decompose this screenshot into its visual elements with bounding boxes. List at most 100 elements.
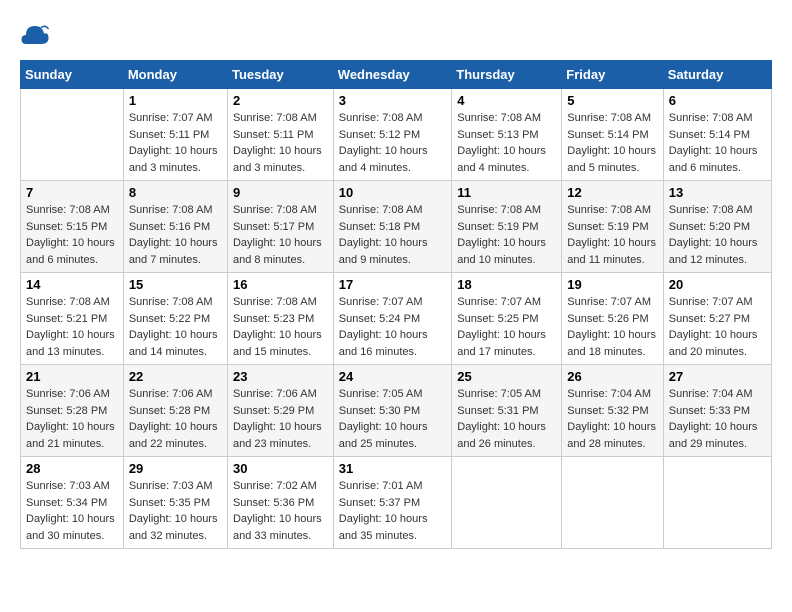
sunrise-text: Sunrise: 7:08 AM — [339, 204, 423, 216]
daylight-text: Daylight: 10 hours and 32 minutes. — [129, 513, 218, 542]
daylight-text: Daylight: 10 hours and 6 minutes. — [26, 237, 115, 266]
day-number: 30 — [233, 461, 328, 476]
calendar-cell: 29 Sunrise: 7:03 AM Sunset: 5:35 PM Dayl… — [123, 457, 227, 549]
day-number: 21 — [26, 369, 118, 384]
sunset-text: Sunset: 5:29 PM — [233, 405, 314, 417]
sunrise-text: Sunrise: 7:06 AM — [129, 388, 213, 400]
day-number: 8 — [129, 185, 222, 200]
logo — [20, 20, 54, 50]
sunset-text: Sunset: 5:15 PM — [26, 221, 107, 233]
calendar-header-row: SundayMondayTuesdayWednesdayThursdayFrid… — [21, 61, 772, 89]
calendar-cell: 4 Sunrise: 7:08 AM Sunset: 5:13 PM Dayli… — [452, 89, 562, 181]
calendar-cell: 30 Sunrise: 7:02 AM Sunset: 5:36 PM Dayl… — [227, 457, 333, 549]
day-number: 16 — [233, 277, 328, 292]
calendar-cell: 3 Sunrise: 7:08 AM Sunset: 5:12 PM Dayli… — [333, 89, 451, 181]
sunrise-text: Sunrise: 7:08 AM — [129, 296, 213, 308]
day-info: Sunrise: 7:08 AM Sunset: 5:22 PM Dayligh… — [129, 294, 222, 360]
daylight-text: Daylight: 10 hours and 18 minutes. — [567, 329, 656, 358]
sunrise-text: Sunrise: 7:08 AM — [233, 204, 317, 216]
daylight-text: Daylight: 10 hours and 7 minutes. — [129, 237, 218, 266]
sunset-text: Sunset: 5:33 PM — [669, 405, 750, 417]
sunrise-text: Sunrise: 7:08 AM — [339, 112, 423, 124]
day-info: Sunrise: 7:04 AM Sunset: 5:33 PM Dayligh… — [669, 386, 766, 452]
calendar-cell: 1 Sunrise: 7:07 AM Sunset: 5:11 PM Dayli… — [123, 89, 227, 181]
day-info: Sunrise: 7:08 AM Sunset: 5:14 PM Dayligh… — [669, 110, 766, 176]
day-info: Sunrise: 7:01 AM Sunset: 5:37 PM Dayligh… — [339, 478, 446, 544]
daylight-text: Daylight: 10 hours and 21 minutes. — [26, 421, 115, 450]
day-number: 13 — [669, 185, 766, 200]
calendar-cell: 11 Sunrise: 7:08 AM Sunset: 5:19 PM Dayl… — [452, 181, 562, 273]
calendar-cell: 18 Sunrise: 7:07 AM Sunset: 5:25 PM Dayl… — [452, 273, 562, 365]
daylight-text: Daylight: 10 hours and 15 minutes. — [233, 329, 322, 358]
day-info: Sunrise: 7:08 AM Sunset: 5:15 PM Dayligh… — [26, 202, 118, 268]
sunset-text: Sunset: 5:21 PM — [26, 313, 107, 325]
calendar-cell: 25 Sunrise: 7:05 AM Sunset: 5:31 PM Dayl… — [452, 365, 562, 457]
sunrise-text: Sunrise: 7:07 AM — [129, 112, 213, 124]
day-number: 28 — [26, 461, 118, 476]
calendar-cell: 2 Sunrise: 7:08 AM Sunset: 5:11 PM Dayli… — [227, 89, 333, 181]
sunrise-text: Sunrise: 7:07 AM — [339, 296, 423, 308]
day-info: Sunrise: 7:06 AM Sunset: 5:28 PM Dayligh… — [26, 386, 118, 452]
calendar-cell: 17 Sunrise: 7:07 AM Sunset: 5:24 PM Dayl… — [333, 273, 451, 365]
day-number: 27 — [669, 369, 766, 384]
calendar-cell: 15 Sunrise: 7:08 AM Sunset: 5:22 PM Dayl… — [123, 273, 227, 365]
sunset-text: Sunset: 5:11 PM — [129, 129, 210, 141]
day-number: 12 — [567, 185, 657, 200]
day-info: Sunrise: 7:08 AM Sunset: 5:12 PM Dayligh… — [339, 110, 446, 176]
day-info: Sunrise: 7:08 AM Sunset: 5:19 PM Dayligh… — [567, 202, 657, 268]
day-number: 25 — [457, 369, 556, 384]
sunrise-text: Sunrise: 7:08 AM — [669, 112, 753, 124]
sunrise-text: Sunrise: 7:04 AM — [567, 388, 651, 400]
day-info: Sunrise: 7:05 AM Sunset: 5:30 PM Dayligh… — [339, 386, 446, 452]
calendar-cell: 27 Sunrise: 7:04 AM Sunset: 5:33 PM Dayl… — [663, 365, 771, 457]
sunset-text: Sunset: 5:14 PM — [567, 129, 648, 141]
day-number: 26 — [567, 369, 657, 384]
calendar-week-row: 21 Sunrise: 7:06 AM Sunset: 5:28 PM Dayl… — [21, 365, 772, 457]
calendar-cell — [663, 457, 771, 549]
sunset-text: Sunset: 5:20 PM — [669, 221, 750, 233]
day-number: 23 — [233, 369, 328, 384]
sunrise-text: Sunrise: 7:08 AM — [457, 112, 541, 124]
calendar-cell: 12 Sunrise: 7:08 AM Sunset: 5:19 PM Dayl… — [562, 181, 663, 273]
calendar-cell: 26 Sunrise: 7:04 AM Sunset: 5:32 PM Dayl… — [562, 365, 663, 457]
sunrise-text: Sunrise: 7:08 AM — [567, 112, 651, 124]
daylight-text: Daylight: 10 hours and 23 minutes. — [233, 421, 322, 450]
logo-icon — [20, 20, 50, 50]
sunrise-text: Sunrise: 7:08 AM — [129, 204, 213, 216]
daylight-text: Daylight: 10 hours and 28 minutes. — [567, 421, 656, 450]
calendar-cell — [452, 457, 562, 549]
day-info: Sunrise: 7:08 AM Sunset: 5:21 PM Dayligh… — [26, 294, 118, 360]
day-number: 2 — [233, 93, 328, 108]
sunrise-text: Sunrise: 7:08 AM — [26, 296, 110, 308]
day-info: Sunrise: 7:07 AM Sunset: 5:25 PM Dayligh… — [457, 294, 556, 360]
sunset-text: Sunset: 5:30 PM — [339, 405, 420, 417]
day-info: Sunrise: 7:08 AM Sunset: 5:13 PM Dayligh… — [457, 110, 556, 176]
sunrise-text: Sunrise: 7:08 AM — [233, 296, 317, 308]
calendar-cell: 20 Sunrise: 7:07 AM Sunset: 5:27 PM Dayl… — [663, 273, 771, 365]
sunrise-text: Sunrise: 7:04 AM — [669, 388, 753, 400]
header-thursday: Thursday — [452, 61, 562, 89]
daylight-text: Daylight: 10 hours and 4 minutes. — [339, 145, 428, 174]
calendar-cell: 23 Sunrise: 7:06 AM Sunset: 5:29 PM Dayl… — [227, 365, 333, 457]
day-info: Sunrise: 7:07 AM Sunset: 5:24 PM Dayligh… — [339, 294, 446, 360]
sunrise-text: Sunrise: 7:07 AM — [669, 296, 753, 308]
day-number: 1 — [129, 93, 222, 108]
sunrise-text: Sunrise: 7:06 AM — [26, 388, 110, 400]
header-saturday: Saturday — [663, 61, 771, 89]
day-info: Sunrise: 7:05 AM Sunset: 5:31 PM Dayligh… — [457, 386, 556, 452]
daylight-text: Daylight: 10 hours and 11 minutes. — [567, 237, 656, 266]
header-friday: Friday — [562, 61, 663, 89]
day-number: 3 — [339, 93, 446, 108]
day-info: Sunrise: 7:08 AM Sunset: 5:18 PM Dayligh… — [339, 202, 446, 268]
sunrise-text: Sunrise: 7:08 AM — [26, 204, 110, 216]
calendar-cell: 28 Sunrise: 7:03 AM Sunset: 5:34 PM Dayl… — [21, 457, 124, 549]
day-info: Sunrise: 7:08 AM Sunset: 5:16 PM Dayligh… — [129, 202, 222, 268]
sunrise-text: Sunrise: 7:03 AM — [129, 480, 213, 492]
calendar-cell: 24 Sunrise: 7:05 AM Sunset: 5:30 PM Dayl… — [333, 365, 451, 457]
day-number: 5 — [567, 93, 657, 108]
sunset-text: Sunset: 5:16 PM — [129, 221, 210, 233]
day-info: Sunrise: 7:08 AM Sunset: 5:11 PM Dayligh… — [233, 110, 328, 176]
calendar-cell: 22 Sunrise: 7:06 AM Sunset: 5:28 PM Dayl… — [123, 365, 227, 457]
daylight-text: Daylight: 10 hours and 12 minutes. — [669, 237, 758, 266]
day-info: Sunrise: 7:08 AM Sunset: 5:23 PM Dayligh… — [233, 294, 328, 360]
